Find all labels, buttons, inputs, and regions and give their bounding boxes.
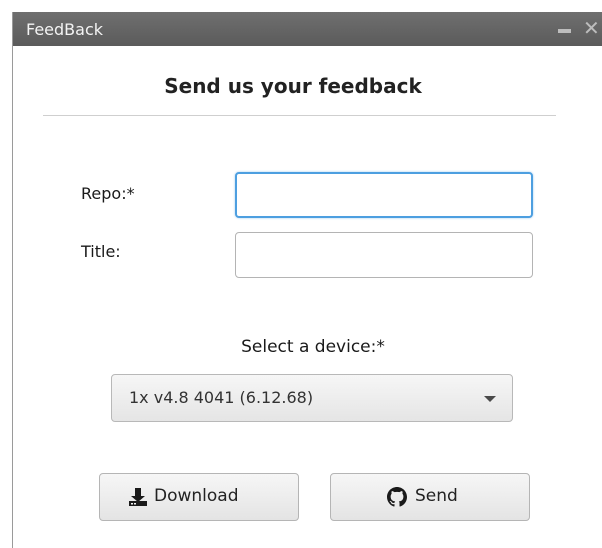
title-input[interactable] xyxy=(235,232,533,278)
title-bar: FeedBack ✕ xyxy=(13,12,602,46)
send-button-label: Send xyxy=(415,486,458,506)
repo-input[interactable] xyxy=(235,172,533,218)
title-label: Title: xyxy=(81,242,121,261)
send-button[interactable]: Send xyxy=(330,473,530,521)
repo-label: Repo:* xyxy=(81,184,135,203)
heading-divider xyxy=(43,115,556,116)
download-icon xyxy=(128,487,148,511)
download-button[interactable]: Download xyxy=(99,473,299,521)
download-button-label: Download xyxy=(154,486,239,506)
device-select[interactable]: 1x v4.8 4041 (6.12.68) xyxy=(111,374,513,422)
device-select-value: 1x v4.8 4041 (6.12.68) xyxy=(129,388,314,407)
form-heading: Send us your feedback xyxy=(164,74,422,98)
chevron-down-icon xyxy=(484,396,496,402)
feedback-window: FeedBack ✕ Send us your feedback Repo:* … xyxy=(12,12,602,548)
close-button[interactable]: ✕ xyxy=(583,17,602,39)
window-title: FeedBack xyxy=(26,20,104,39)
minimize-button[interactable] xyxy=(558,18,572,38)
github-icon xyxy=(387,487,407,511)
device-label: Select a device:* xyxy=(241,337,385,357)
